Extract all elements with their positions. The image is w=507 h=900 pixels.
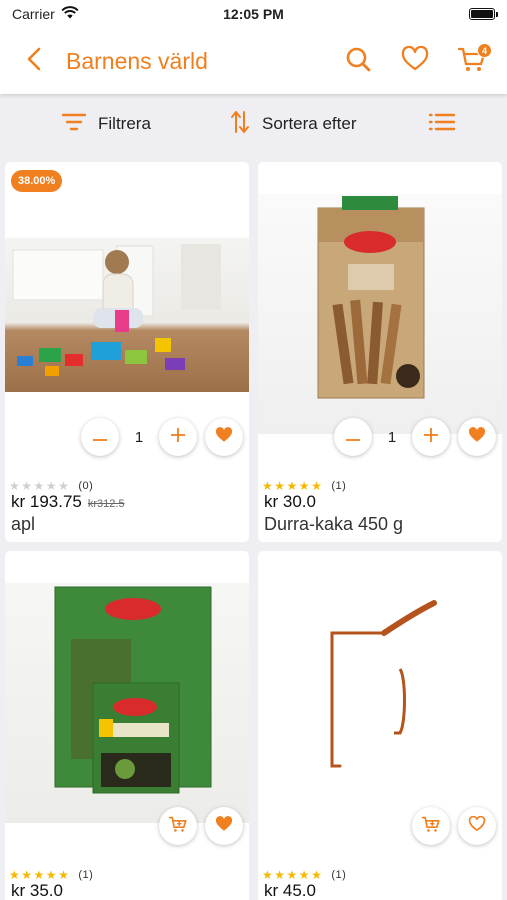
quantity-controls: 1 (81, 418, 243, 456)
filter-label: Filtrera (98, 114, 151, 133)
add-to-cart-icon (421, 815, 441, 838)
price: kr 45.0 (264, 881, 316, 900)
discount-badge: 38.00% (11, 170, 63, 192)
heart-filled-icon (468, 426, 486, 448)
quantity-value: 1 (134, 428, 144, 446)
rating-count: (1) (331, 480, 347, 492)
sort-button[interactable]: Sortera efter (230, 110, 357, 139)
favorite-button[interactable] (205, 418, 243, 456)
carrier-label: Carrier (12, 6, 55, 22)
product-name[interactable]: Durra-kaka 450 g (264, 514, 403, 535)
favorite-button[interactable] (458, 418, 496, 456)
wishlist-button[interactable] (393, 39, 437, 83)
minus-icon (346, 428, 360, 446)
cart-count-badge: 4 (477, 43, 492, 58)
rating-count: (0) (78, 480, 94, 492)
product-photo (5, 238, 249, 392)
product-card[interactable]: 1 ★ ★ ★ ★ ★ (1) kr 30.0 Durra-kaka 450 g (258, 162, 502, 542)
old-price: kr312.5 (87, 498, 125, 510)
heart-filled-icon (215, 815, 233, 837)
battery-icon (469, 8, 498, 20)
heart-filled-icon (215, 426, 233, 448)
add-to-cart-icon (168, 815, 188, 838)
list-toolbar: Filtrera Sortera efter (0, 94, 507, 154)
increase-qty-button[interactable] (159, 418, 197, 456)
plus-icon (171, 427, 185, 447)
product-photo (258, 194, 502, 434)
decrease-qty-button[interactable] (334, 418, 372, 456)
filter-icon (61, 113, 87, 136)
rating-stars: ★ ★ ★ ★ ★ (1) (9, 868, 94, 882)
rating-stars: ★ ★ ★ ★ ★ (0) (9, 479, 94, 493)
add-to-cart-button[interactable] (412, 807, 450, 845)
list-view-icon (428, 113, 456, 136)
current-price: kr 45.0 (264, 881, 316, 900)
sort-icon (230, 110, 250, 139)
app-header: Barnens värld 4 (0, 28, 507, 94)
cart-button[interactable]: 4 (450, 39, 494, 83)
wifi-icon (61, 6, 79, 22)
list-view-toggle[interactable] (428, 113, 456, 136)
carrier-info: Carrier (12, 6, 79, 22)
status-bar: Carrier 12:05 PM (0, 0, 507, 28)
quantity-value: 1 (387, 428, 397, 446)
favorite-button[interactable] (205, 807, 243, 845)
product-card[interactable]: ★ ★ ★ ★ ★ (1) kr 45.0 (258, 551, 502, 900)
current-price: kr 35.0 (11, 881, 63, 900)
quantity-controls: 1 (334, 418, 496, 456)
product-card[interactable]: ★ ★ ★ ★ ★ (1) kr 35.0 (5, 551, 249, 900)
increase-qty-button[interactable] (412, 418, 450, 456)
favorite-button[interactable] (458, 807, 496, 845)
heart-outline-icon (468, 815, 486, 837)
minus-icon (93, 428, 107, 446)
current-price: kr 193.75 (11, 492, 82, 511)
plus-icon (424, 427, 438, 447)
product-card[interactable]: 38.00% 1 ★ ★ ★ ★ ★ (0) kr 193.75 kr312.5… (5, 162, 249, 542)
add-to-cart-button[interactable] (159, 807, 197, 845)
back-icon (27, 47, 41, 76)
card-actions (412, 807, 496, 845)
filter-button[interactable]: Filtrera (61, 113, 151, 136)
product-grid: 38.00% 1 ★ ★ ★ ★ ★ (0) kr 193.75 kr312.5… (5, 162, 502, 900)
heart-icon (401, 45, 429, 77)
price: kr 193.75 kr312.5 (11, 492, 125, 512)
decrease-qty-button[interactable] (81, 418, 119, 456)
rating-count: (1) (78, 869, 94, 881)
search-icon (345, 46, 371, 77)
product-photo (5, 583, 249, 823)
back-button[interactable] (14, 41, 54, 81)
page-title: Barnens värld (66, 47, 208, 74)
price: kr 35.0 (11, 881, 63, 900)
card-actions (159, 807, 243, 845)
rating-count: (1) (331, 869, 347, 881)
search-button[interactable] (336, 39, 380, 83)
product-photo (258, 583, 502, 823)
sort-label: Sortera efter (262, 114, 357, 133)
rating-stars: ★ ★ ★ ★ ★ (1) (262, 868, 347, 882)
price: kr 30.0 (264, 492, 316, 512)
current-price: kr 30.0 (264, 492, 316, 511)
product-name[interactable]: apl (11, 514, 35, 535)
rating-stars: ★ ★ ★ ★ ★ (1) (262, 479, 347, 493)
